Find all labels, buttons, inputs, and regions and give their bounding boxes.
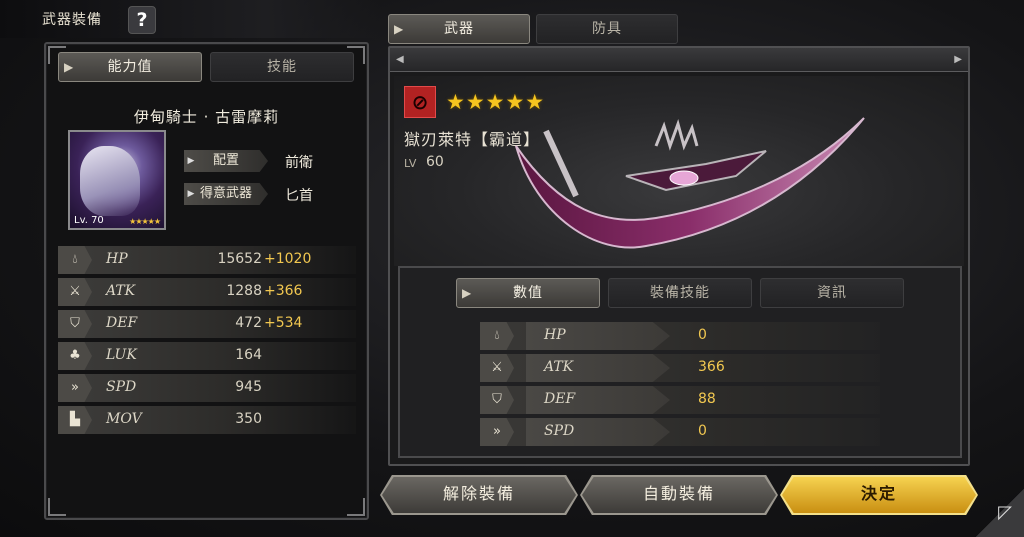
tab-values-label: 數值 xyxy=(513,285,543,301)
stat-value: 0 xyxy=(698,327,707,343)
weapon-image xyxy=(515,117,865,249)
tab-info[interactable]: 資訊 xyxy=(760,278,904,308)
dagger-type-icon: ⊘ xyxy=(404,86,436,118)
character-portrait[interactable]: Lv. 70 ★★★★★ xyxy=(68,130,166,230)
sword-icon: ⚔︎ xyxy=(58,278,92,306)
portrait-art xyxy=(80,146,140,216)
unequip-button[interactable]: 解除裝備 xyxy=(382,477,576,513)
stat-value: 164 xyxy=(235,347,262,363)
stat-name: DEF xyxy=(544,391,576,407)
stat-bonus: +534 xyxy=(264,315,303,331)
chevron-right-icon: ▶ xyxy=(462,286,473,300)
tab-equip-skills-label: 裝備技能 xyxy=(650,285,710,301)
confirm-button[interactable]: 決定 xyxy=(782,477,976,513)
stat-value: 945 xyxy=(235,379,262,395)
weapon-stat-row-def: ⛉ DEF 88 xyxy=(480,386,880,414)
stat-value: 350 xyxy=(235,411,262,427)
tab-stats[interactable]: ▶ 能力值 xyxy=(58,52,202,82)
weapon-stat-row-spd: » SPD 0 xyxy=(480,418,880,446)
shield-icon: ⛉ xyxy=(58,310,92,338)
stat-bonus: +1020 xyxy=(264,251,312,267)
triangle-icon: ◸ xyxy=(998,502,1012,523)
stat-bonus: +366 xyxy=(264,283,303,299)
tab-skills[interactable]: 技能 xyxy=(210,52,354,82)
weapon-display: ⊘ ★★★★★ 獄刃萊特【霸道】 LV 60 xyxy=(394,76,964,266)
chevron-right-icon: ▶ xyxy=(394,22,405,36)
tab-armor[interactable]: 防具 xyxy=(536,14,678,44)
weapon-stat-row-atk: ⚔︎ ATK 366 xyxy=(480,354,880,382)
panel-header-bar: ◀ ▶ xyxy=(390,48,968,72)
stat-name: DEF xyxy=(106,315,138,331)
stat-row-hp: 💧︎ HP 15652 +1020 xyxy=(58,246,356,274)
stat-name: SPD xyxy=(544,423,575,439)
tab-info-label: 資訊 xyxy=(817,285,847,301)
placement-value: 前衛 xyxy=(285,155,313,171)
drop-icon: 💧︎ xyxy=(58,246,92,274)
stat-value: 15652 xyxy=(217,251,262,267)
weapon-level-label: LV xyxy=(404,157,417,170)
triangle-right-icon: ▶ xyxy=(954,54,962,65)
triangle-left-icon: ◀ xyxy=(396,54,404,65)
placement-label-text: 配置 xyxy=(212,153,239,168)
corner-menu-button[interactable]: ◸ xyxy=(976,489,1024,537)
chevron-right-icon: ▶ xyxy=(187,189,195,199)
drop-icon: 💧︎ xyxy=(480,322,514,350)
favored-weapon-value: 匕首 xyxy=(285,188,313,204)
page-title: 武器裝備 xyxy=(42,12,102,28)
stat-value: 1288 xyxy=(226,283,262,299)
speed-icon: » xyxy=(58,374,92,402)
stat-value: 366 xyxy=(698,359,725,375)
stat-name: MOV xyxy=(106,411,142,427)
stat-value: 472 xyxy=(235,315,262,331)
stat-name: HP xyxy=(544,327,566,343)
tab-values[interactable]: ▶ 數值 xyxy=(456,278,600,308)
stat-name: HP xyxy=(106,251,128,267)
stat-row-spd: » SPD 945 xyxy=(58,374,356,402)
frame-corner xyxy=(48,498,66,516)
tab-skills-label: 技能 xyxy=(267,59,297,75)
weapon-stat-row-hp: 💧︎ HP 0 xyxy=(480,322,880,350)
character-stats-panel: ▶ 能力值 技能 伊甸騎士 · 古雷摩莉 Lv. 70 ★★★★★ ▶ 配置 前… xyxy=(44,42,369,520)
frame-corner xyxy=(347,498,365,516)
character-name: 伊甸騎士 · 古雷摩莉 xyxy=(133,108,280,126)
tab-weapon-label: 武器 xyxy=(444,21,474,37)
stat-name: ATK xyxy=(106,283,136,299)
chevron-right-icon: ▶ xyxy=(187,156,195,166)
tab-armor-label: 防具 xyxy=(592,21,622,37)
stat-row-luk: ♣ LUK 164 xyxy=(58,342,356,370)
stat-value: 0 xyxy=(698,423,707,439)
stat-row-atk: ⚔︎ ATK 1288 +366 xyxy=(58,278,356,306)
stat-row-mov: ▙ MOV 350 xyxy=(58,406,356,434)
clover-icon: ♣ xyxy=(58,342,92,370)
boot-icon: ▙ xyxy=(58,406,92,434)
tab-stats-label: 能力值 xyxy=(107,59,153,75)
tab-weapon[interactable]: ▶ 武器 xyxy=(388,14,530,44)
weapon-level: 60 xyxy=(426,154,444,170)
character-rarity-stars: ★★★★★ xyxy=(129,217,161,226)
sword-icon: ⚔︎ xyxy=(480,354,514,382)
stat-name: ATK xyxy=(544,359,574,375)
auto-equip-button[interactable]: 自動裝備 xyxy=(582,477,776,513)
favored-weapon-label-text: 得意武器 xyxy=(199,186,252,201)
shield-icon: ⛉ xyxy=(480,386,514,414)
stat-row-def: ⛉ DEF 472 +534 xyxy=(58,310,356,338)
placement-label: ▶ 配置 xyxy=(184,150,268,172)
tab-equip-skills[interactable]: 裝備技能 xyxy=(608,278,752,308)
character-level: Lv. 70 xyxy=(74,215,104,226)
equipment-panel: ◀ ▶ ⊘ ★★★★★ 獄刃萊特【霸道】 LV 60 ▶ 數值 裝備技能 資訊 … xyxy=(388,46,970,466)
speed-icon: » xyxy=(480,418,514,446)
stat-name: LUK xyxy=(106,347,137,363)
help-button[interactable]: ? xyxy=(128,6,156,34)
weapon-stats-panel: ▶ 數值 裝備技能 資訊 💧︎ HP 0 ⚔︎ ATK 366 ⛉ DEF 88 xyxy=(398,266,962,458)
stat-value: 88 xyxy=(698,391,716,407)
favored-weapon-label: ▶ 得意武器 xyxy=(184,183,268,205)
chevron-right-icon: ▶ xyxy=(64,60,75,74)
stat-name: SPD xyxy=(106,379,137,395)
